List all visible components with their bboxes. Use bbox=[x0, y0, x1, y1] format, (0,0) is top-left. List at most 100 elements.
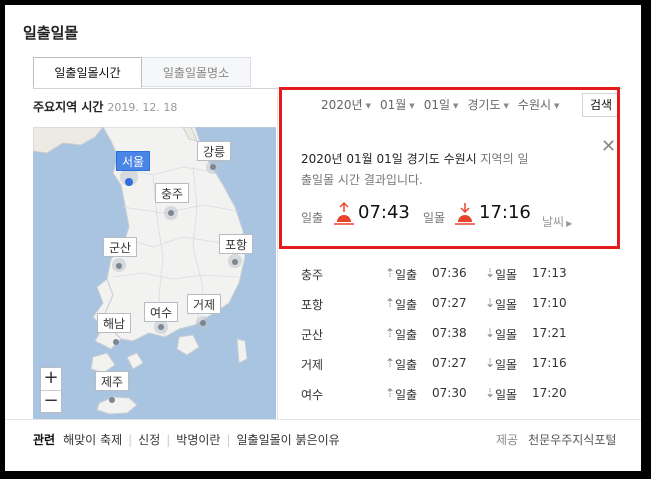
set-time: 17:21 bbox=[532, 326, 567, 340]
set-label: 일몰 bbox=[495, 358, 518, 372]
separator: | bbox=[226, 433, 231, 447]
related-link-new-year-day[interactable]: 신정 bbox=[138, 433, 160, 447]
result-text-1: 지역의 일 bbox=[476, 152, 529, 166]
rise-label: 일출 bbox=[395, 388, 418, 402]
set-time: 17:20 bbox=[532, 386, 567, 400]
sunset-arrow-icon: ⇣ bbox=[485, 296, 496, 310]
map-label-gunsan[interactable]: 군산 bbox=[103, 237, 138, 257]
sunset-arrow-icon: ⇣ bbox=[485, 266, 496, 280]
korea-map-shape bbox=[33, 127, 276, 419]
set-label: 일몰 bbox=[495, 268, 518, 282]
provider-label: 제공 bbox=[496, 433, 519, 447]
sunrise-arrow-icon: ⇡ bbox=[385, 296, 396, 310]
map-zoom-control: + − bbox=[40, 367, 62, 413]
sunrise-label: 일출 bbox=[301, 211, 324, 225]
rise-time: 07:27 bbox=[432, 356, 467, 370]
provider-link[interactable]: 천문우주지식포털 bbox=[528, 433, 616, 447]
sunrise-arrow-icon: ⇡ bbox=[385, 326, 396, 340]
korea-map[interactable]: 서울 강릉 충주 군산 포항 여수 거제 해남 제주 + − bbox=[33, 127, 276, 419]
city-row: 포항 ⇡ 일출 07:27 ⇣ 일몰 17:10 bbox=[301, 294, 621, 324]
close-icon[interactable]: ✕ bbox=[601, 138, 616, 156]
sunset-time: 17:16 bbox=[479, 202, 531, 223]
related-links: 관련 해맞이 축제 | 신정 | 박명이란 | 일출일몰이 붉은이유 bbox=[33, 431, 340, 448]
sunrise-arrow-icon: ⇡ bbox=[385, 266, 396, 280]
widget-title: 일출일몰 bbox=[23, 24, 79, 42]
zoom-out-button[interactable]: − bbox=[41, 391, 61, 413]
section-title: 주요지역 시간 bbox=[33, 100, 104, 114]
related-label: 관련 bbox=[33, 433, 56, 447]
city-name: 거제 bbox=[301, 358, 324, 372]
set-label: 일몰 bbox=[495, 388, 518, 402]
city-name: 여수 bbox=[301, 388, 324, 402]
chevron-right-icon: ▶ bbox=[566, 219, 573, 228]
set-time: 17:10 bbox=[532, 296, 567, 310]
map-label-geoje[interactable]: 거제 bbox=[187, 294, 222, 314]
weather-link-label: 날씨 bbox=[542, 215, 565, 229]
rise-label: 일출 bbox=[395, 358, 418, 372]
rise-label: 일출 bbox=[395, 328, 418, 342]
city-row: 군산 ⇡ 일출 07:38 ⇣ 일몰 17:21 bbox=[301, 324, 621, 354]
separator: | bbox=[128, 433, 133, 447]
map-label-jeju[interactable]: 제주 bbox=[95, 371, 130, 391]
rise-time: 07:27 bbox=[432, 296, 467, 310]
sunrise-icon bbox=[334, 201, 354, 225]
weather-link[interactable]: 날씨 ▶ bbox=[542, 213, 572, 230]
city-name: 충주 bbox=[301, 268, 324, 282]
map-point-haenam[interactable] bbox=[113, 339, 119, 345]
sunset-arrow-icon: ⇣ bbox=[485, 326, 496, 340]
set-time: 17:13 bbox=[532, 266, 567, 280]
map-point-yeosu[interactable] bbox=[158, 324, 164, 330]
sunrise-arrow-icon: ⇡ bbox=[385, 386, 396, 400]
sunset-label: 일몰 bbox=[423, 211, 446, 225]
rise-time: 07:30 bbox=[432, 386, 467, 400]
map-label-chungju[interactable]: 충주 bbox=[155, 183, 190, 203]
footer-divider bbox=[5, 419, 641, 420]
result-text-2: 출일몰 시간 결과입니다. bbox=[301, 173, 423, 187]
map-label-pohang[interactable]: 포항 bbox=[219, 234, 254, 254]
map-point-geoje[interactable] bbox=[200, 320, 206, 326]
tab-sunrise-sunset-time[interactable]: 일출일몰시간 bbox=[33, 57, 142, 88]
rise-label: 일출 bbox=[395, 298, 418, 312]
map-label-seoul[interactable]: 서울 bbox=[116, 151, 151, 171]
map-point-pohang[interactable] bbox=[232, 259, 238, 265]
result-query: 2020년 01월 01일 경기도 수원시 bbox=[301, 152, 477, 166]
rise-time: 07:38 bbox=[432, 326, 467, 340]
set-time: 17:16 bbox=[532, 356, 567, 370]
set-label: 일몰 bbox=[495, 328, 518, 342]
map-label-gangneung[interactable]: 강릉 bbox=[197, 141, 232, 161]
sunset-icon bbox=[455, 203, 475, 225]
related-link-red-sky[interactable]: 일출일몰이 붉은이유 bbox=[237, 433, 340, 447]
separator: | bbox=[166, 433, 171, 447]
set-label: 일몰 bbox=[495, 298, 518, 312]
map-point-gunsan[interactable] bbox=[116, 263, 122, 269]
city-name: 포항 bbox=[301, 298, 324, 312]
column-divider bbox=[277, 87, 278, 419]
city-list: 충주 ⇡ 일출 07:36 ⇣ 일몰 17:13 포항 ⇡ 일출 07:27 ⇣… bbox=[301, 264, 621, 414]
map-label-haenam[interactable]: 해남 bbox=[97, 313, 132, 333]
section-header: 주요지역 시간 2019. 12. 18 bbox=[33, 98, 177, 115]
sunrise-sunset-widget: 일출일몰 일출일몰시간 일출일몰명소 주요지역 시간 2019. 12. 18 2… bbox=[5, 5, 641, 471]
city-row: 충주 ⇡ 일출 07:36 ⇣ 일몰 17:13 bbox=[301, 264, 621, 294]
map-point-chungju[interactable] bbox=[168, 210, 174, 216]
map-label-yeosu[interactable]: 여수 bbox=[144, 302, 179, 322]
sunrise-time: 07:43 bbox=[358, 202, 410, 223]
related-link-twilight[interactable]: 박명이란 bbox=[176, 433, 220, 447]
sunset-arrow-icon: ⇣ bbox=[485, 356, 496, 370]
map-point-jeju[interactable] bbox=[109, 397, 115, 403]
map-point-seoul[interactable] bbox=[125, 178, 133, 186]
base-date: 2019. 12. 18 bbox=[107, 101, 178, 114]
map-point-gangneung[interactable] bbox=[210, 164, 216, 170]
rise-label: 일출 bbox=[395, 268, 418, 282]
rise-time: 07:36 bbox=[432, 266, 467, 280]
result-description: 2020년 01월 01일 경기도 수원시 지역의 일 출일몰 시간 결과입니다… bbox=[301, 149, 571, 191]
tab-sunrise-sunset-spots[interactable]: 일출일몰명소 bbox=[142, 57, 251, 87]
related-link-new-year-festival[interactable]: 해맞이 축제 bbox=[63, 433, 122, 447]
city-row: 거제 ⇡ 일출 07:27 ⇣ 일몰 17:16 bbox=[301, 354, 621, 384]
zoom-in-button[interactable]: + bbox=[41, 368, 61, 391]
tab-bar: 일출일몰시간 일출일몰명소 bbox=[33, 57, 622, 89]
city-row: 여수 ⇡ 일출 07:30 ⇣ 일몰 17:20 bbox=[301, 384, 621, 414]
provider: 제공 천문우주지식포털 bbox=[496, 431, 616, 448]
sunset-arrow-icon: ⇣ bbox=[485, 386, 496, 400]
city-name: 군산 bbox=[301, 328, 324, 342]
sunrise-arrow-icon: ⇡ bbox=[385, 356, 396, 370]
